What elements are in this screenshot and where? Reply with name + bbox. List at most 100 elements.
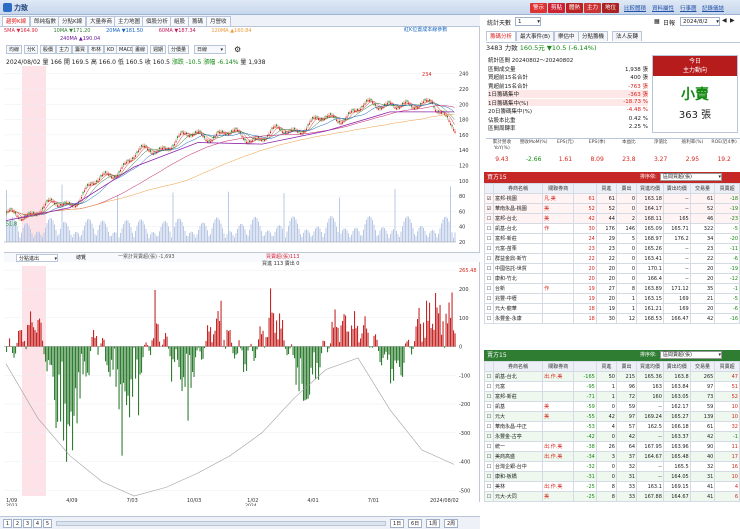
table-row[interactable]: ☐ 富邦-新莊 -71 1 72 160 163.05 73 52 (484, 391, 740, 402)
cycle-toggle[interactable]: 週期 (150, 45, 167, 54)
lower-tab-overview[interactable]: 總覽 (76, 254, 86, 261)
tab-max-event[interactable]: 最大事件(B) (516, 31, 555, 41)
tab-stock-analysis[interactable]: 個股分析 (142, 16, 173, 26)
tab-chip-analysis[interactable]: 籌碼分析 (486, 31, 517, 41)
page-1-button[interactable]: 1 (3, 519, 12, 528)
table-row[interactable]: ☐ 美林 出.作.美 -25 8 33 163.1 169.15 41 4 (484, 481, 740, 492)
column-header[interactable] (484, 361, 494, 372)
table-row[interactable]: ☑ 富邦-桃園 凡.美 61 61 0 163.18 -- 61 -18 (484, 193, 740, 204)
page-2-button[interactable]: 2 (13, 519, 22, 528)
table-row[interactable]: ☐ 元大美 -55 42 97 169.24 165.27 139 10 (484, 411, 740, 422)
stats-days-select[interactable]: 1 ▾ (515, 17, 541, 26)
buy-sort-select[interactable]: 區間買超(張) ▾ (660, 173, 722, 181)
price-toggle[interactable]: 股價 (40, 45, 57, 54)
table-row[interactable]: ☑ 華南永昌-桃園美 52 52 0 164.17 -- 52 -19 (484, 203, 740, 214)
tab-trend-k[interactable]: 趨勢K線 (2, 16, 31, 26)
row-checkbox[interactable]: ☐ (484, 233, 494, 244)
row-checkbox[interactable]: ☐ (484, 451, 494, 462)
column-header[interactable]: 買進均價 (636, 183, 664, 194)
column-header[interactable]: 買賣超 (714, 361, 740, 372)
main-toggle[interactable]: 主力 (56, 45, 73, 54)
column-header[interactable]: 買進均價 (636, 361, 664, 372)
tab-estimate[interactable]: 樂估中 (554, 31, 579, 41)
row-checkbox[interactable]: ☐ (484, 263, 494, 274)
row-checkbox[interactable]: ☐ (484, 293, 494, 304)
column-header[interactable]: 賣出 (615, 361, 638, 372)
heat-button[interactable]: 體熱 (566, 3, 584, 13)
tab-branch-k[interactable]: 分點K線 (58, 16, 87, 26)
timeline-scrollbar[interactable] (56, 521, 386, 526)
tab-monthly-revenue[interactable]: 月營收 (206, 16, 231, 26)
row-checkbox[interactable]: ☐ (484, 243, 494, 254)
draw-line-toggle[interactable]: 畫線 (132, 45, 149, 54)
row-checkbox[interactable]: ☐ (484, 283, 494, 294)
tab-branch-chips[interactable]: 分點籌機 (578, 31, 609, 41)
table-row[interactable]: ☐ 美商高盛 出.作.美 -34 3 37 164.67 165.48 40 17 (484, 451, 740, 462)
row-checkbox[interactable]: ☐ (484, 471, 494, 482)
row-checkbox[interactable]: ☐ (484, 441, 494, 452)
column-header[interactable] (484, 183, 494, 194)
tab-main-map[interactable]: 主力地圖 (114, 16, 145, 26)
row-checkbox[interactable]: ☐ (484, 223, 494, 234)
column-header[interactable]: 券商名稱 (492, 183, 544, 194)
row-checkbox[interactable]: ☐ (484, 391, 494, 402)
broker-chart[interactable]: 265.482001000-100-200-300-400-5001/09 4/0… (4, 266, 480, 506)
period-select[interactable]: 日線 ▾ (194, 45, 226, 54)
table-row[interactable]: ☐ 康和-竹北 20 20 0 166.4 -- 20 -12 (484, 273, 740, 284)
column-header[interactable]: 買進 (595, 361, 617, 372)
column-header[interactable]: 關聯券商 (542, 183, 575, 194)
data-attr-link[interactable]: 資料屬性 (652, 4, 674, 12)
prev-day-icon[interactable]: ◀ (722, 17, 727, 24)
column-header[interactable]: 賣出 (615, 183, 638, 194)
column-header[interactable]: 買進 (595, 183, 617, 194)
clip-button[interactable]: 剪貼 (548, 3, 566, 13)
column-header[interactable]: 交易量 (689, 361, 716, 372)
table-row[interactable]: ☐ 兆豐-中壢 19 20 1 163.15 169 21 -5 (484, 293, 740, 304)
zoom-6d-button[interactable]: 6日 (408, 519, 423, 528)
column-header[interactable]: 賣出均價 (662, 361, 691, 372)
tab-group[interactable]: 組股 (170, 16, 190, 26)
calendar-link[interactable]: 行事曆 (680, 4, 697, 12)
page-3-button[interactable]: 3 (23, 519, 32, 528)
ma-toggle[interactable]: 均線 (6, 45, 23, 54)
page-5-button[interactable]: 5 (43, 519, 52, 528)
table-row[interactable]: ☐ 康和-板橋 -31 0 31 -- 164.05 31 10 (484, 471, 740, 482)
page-4-button[interactable]: 4 (33, 519, 42, 528)
table-row[interactable]: ☐ 中國信託-世貿 20 20 0 170.1 -- 20 -19 (484, 263, 740, 274)
row-checkbox[interactable]: ☐ (484, 431, 494, 442)
zoom-1d-button[interactable]: 1日 (390, 519, 405, 528)
row-checkbox[interactable]: ☐ (484, 213, 494, 224)
table-row[interactable]: ☐ 富邦-新莊 24 29 5 168.97 176.2 34 -20 (484, 233, 740, 244)
table-row[interactable]: ☐ 台新作 19 27 8 163.89 171.12 35 -1 (484, 283, 740, 294)
table-row[interactable]: ☐ 凱基美 -59 0 59 -- 162.17 59 10 (484, 401, 740, 412)
tab-chips[interactable]: 籌碼 (188, 16, 208, 26)
row-checkbox[interactable]: ☐ (484, 273, 494, 284)
calendar-icon[interactable]: ▦ (654, 18, 660, 25)
column-header[interactable] (573, 361, 597, 372)
table-row[interactable]: ☐ 富邦-台北美 42 44 2 168.11 165 46 -23 (484, 213, 740, 224)
compare-volume-link[interactable]: 比較體積 (624, 4, 646, 12)
row-checkbox[interactable]: ☑ (484, 203, 494, 214)
main-force-button[interactable]: 主力 (584, 3, 602, 13)
table-row[interactable]: ☐ 華南永昌-中正 -53 4 57 162.5 166.18 61 32 (484, 421, 740, 432)
chip-buy-toggle[interactable]: 籌買 (72, 45, 89, 54)
table-row[interactable]: ☐ 凱基-台北作 30 176 146 165.09 165.71 322 -5 (484, 223, 740, 234)
column-header[interactable]: 關聯券商 (542, 361, 575, 372)
bollinger-toggle[interactable]: 布林 (88, 45, 105, 54)
row-checkbox[interactable]: ☐ (484, 381, 494, 392)
table-row[interactable]: ☐ 元富-苗栗 23 23 0 165.26 -- 23 -11 (484, 243, 740, 254)
row-checkbox[interactable]: ☐ (484, 371, 494, 382)
row-checkbox[interactable]: ☐ (484, 313, 494, 324)
zoom-1w-button[interactable]: 1周 (426, 519, 441, 528)
next-day-icon[interactable]: ▶ (730, 17, 735, 24)
table-row[interactable]: ☐ 群益金鼎-新竹 22 22 0 163.41 -- 22 -6 (484, 253, 740, 264)
table-row[interactable]: ☐ 永豐金-古亭 -42 0 42 -- 163.37 42 -1 (484, 431, 740, 442)
zoom-2w-button[interactable]: 2周 (444, 519, 459, 528)
table-row[interactable]: ☐ 元大-龍華 18 19 1 161.21 169 20 -6 (484, 303, 740, 314)
gear-icon[interactable]: ⚙ (234, 45, 243, 54)
sell-sort-select[interactable]: 區間賣超(張) ▾ (660, 351, 722, 359)
tab-institution[interactable]: 法人反轉 (612, 31, 643, 41)
table-row[interactable]: ☐ 統一 出.作.美 -38 26 64 167.95 163.96 90 11 (484, 441, 740, 452)
price-volume-toggle[interactable]: 分價量 (168, 45, 190, 54)
row-checkbox[interactable]: ☐ (484, 411, 494, 422)
